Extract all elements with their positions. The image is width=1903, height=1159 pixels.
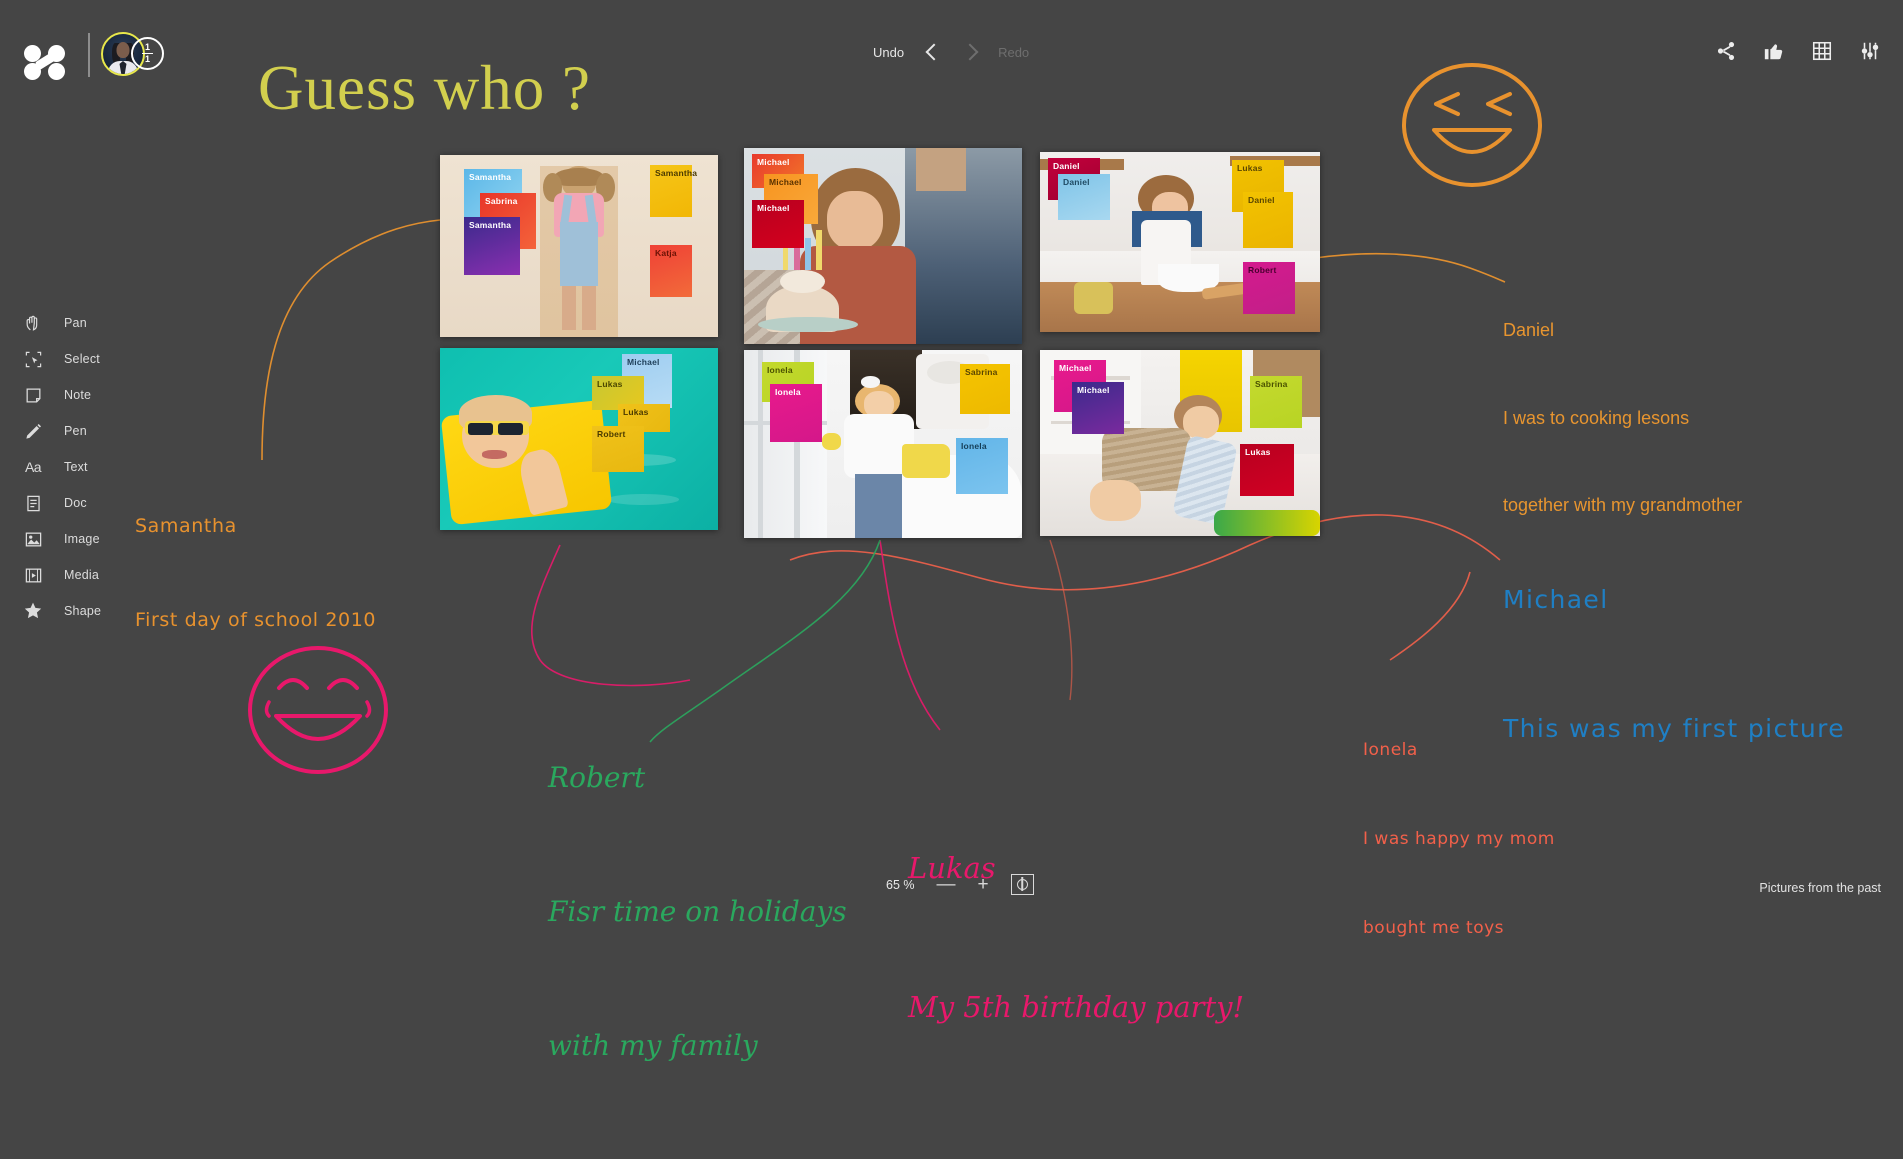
sidebar-item-label: Pan (64, 316, 87, 330)
redo-label[interactable]: Redo (998, 45, 1029, 60)
sidebar-item-label: Doc (64, 496, 87, 510)
sticky-note[interactable]: Lukas (1240, 444, 1294, 496)
image-icon (22, 528, 44, 550)
sticky-note[interactable]: Sabrina (1250, 376, 1302, 428)
sidebar-item-label: Select (64, 352, 100, 366)
photo-boy-candles[interactable]: Michael Michael Michael (744, 148, 1022, 344)
page-total: 1 (144, 54, 150, 64)
caption-line: Ionela (1363, 739, 1418, 760)
caption-line: Michael (1503, 585, 1609, 614)
photo-baby-crawling[interactable]: Michael Michael Sabrina Lukas (1040, 350, 1320, 536)
sticky-note[interactable]: Samantha (464, 217, 520, 275)
zoom-out-button[interactable]: — (937, 875, 956, 894)
sidebar-item-doc[interactable]: Doc (22, 485, 132, 521)
fit-to-screen-button[interactable] (1010, 874, 1034, 895)
sidebar-item-note[interactable]: Note (22, 377, 132, 413)
page-indicator[interactable]: 1 1 (131, 37, 164, 70)
caption-robert[interactable]: Robert Fisr time on holidays with my fam… (548, 666, 847, 1159)
sticky-note[interactable]: Robert (1243, 262, 1295, 314)
sticky-note[interactable]: Ionela (956, 438, 1008, 494)
caption-lukas[interactable]: Lukas My 5th birthday party! (908, 752, 1244, 1123)
caption-line: First day of school 2010 (135, 608, 377, 631)
zoom-controls: 65 % — + (886, 874, 1034, 895)
thumbs-up-icon[interactable] (1763, 40, 1785, 62)
photo-girl-pigtails[interactable]: Samantha Sabrina Samantha Samantha Katja (440, 155, 718, 337)
sidebar-item-image[interactable]: Image (22, 521, 132, 557)
sticky-note[interactable]: Michael (1072, 382, 1124, 434)
sticky-note[interactable]: Michael (752, 200, 804, 248)
sticky-note[interactable]: Daniel (1058, 174, 1110, 220)
photo-girl-wateringcan[interactable]: Ionela Ionela Sabrina Ionela (744, 350, 1022, 538)
caption-line: My 5th birthday party! (908, 989, 1245, 1024)
pen-icon (22, 420, 44, 442)
sidebar-item-media[interactable]: Media (22, 557, 132, 593)
toolbar-divider (88, 33, 90, 77)
star-shape-icon (22, 600, 44, 622)
history-controls: Undo Redo (873, 42, 1029, 62)
sticky-note[interactable]: Ionela (770, 384, 822, 442)
redo-arrow-icon[interactable] (960, 42, 980, 62)
photo-baby-pool[interactable]: Michael Lukas Lukas Robert (440, 348, 718, 530)
caption-samantha[interactable]: Samantha First day of school 2010 (135, 448, 376, 699)
caption-line: Robert (548, 760, 646, 794)
sidebar-item-shape[interactable]: Shape (22, 593, 132, 629)
sticky-note[interactable]: Sabrina (960, 364, 1010, 414)
sidebar-item-label: Shape (64, 604, 102, 618)
caption-line: bought me toys (1363, 918, 1505, 938)
photo-boy-baking[interactable]: Daniel Daniel Lukas Daniel Robert (1040, 152, 1320, 332)
sidebar-item-select[interactable]: Select (22, 341, 132, 377)
sidebar-item-label: Pen (64, 424, 87, 438)
sticky-note-icon (22, 384, 44, 406)
zoom-in-button[interactable]: + (978, 875, 989, 894)
caption-line: Daniel (1503, 320, 1555, 341)
caption-line: Fisr time on holidays (548, 894, 847, 928)
share-icon[interactable] (1715, 40, 1737, 62)
app-logo-icon[interactable] (24, 45, 68, 80)
undo-label[interactable]: Undo (873, 45, 904, 60)
tools-sidebar: Pan Select Note Pen Aa Text Doc Image Me… (22, 305, 132, 629)
sidebar-item-label: Note (64, 388, 92, 402)
sidebar-item-label: Media (64, 568, 100, 582)
page-current: 1 (144, 42, 150, 52)
sidebar-item-label: Text (64, 460, 88, 474)
undo-arrow-icon[interactable] (922, 42, 942, 62)
zoom-level: 65 % (886, 877, 915, 892)
caption-line: I was to cooking lesons (1503, 407, 1690, 428)
settings-sliders-icon[interactable] (1859, 40, 1881, 62)
top-right-actions (1715, 40, 1881, 62)
grid-icon[interactable] (1811, 40, 1833, 62)
board-name-label: Pictures from the past (1759, 881, 1881, 895)
sticky-note[interactable]: Katja (650, 245, 692, 297)
sticky-note[interactable]: Samantha (650, 165, 697, 217)
caption-ionela[interactable]: Ionela I was happy my mom bought me toys (1363, 676, 1555, 1003)
top-bar: 1 1 Undo Redo (0, 0, 1903, 105)
caption-line: Samantha (135, 514, 237, 537)
caption-line: I was happy my mom (1363, 828, 1555, 849)
sticky-note[interactable]: Daniel (1243, 192, 1293, 248)
sidebar-item-pan[interactable]: Pan (22, 305, 132, 341)
sidebar-item-text[interactable]: Aa Text (22, 449, 132, 485)
text-aa-icon: Aa (24, 459, 42, 475)
board-canvas[interactable]: Guess who ? Samantha Sabrina Samantha Sa… (0, 0, 1903, 1062)
sidebar-item-pen[interactable]: Pen (22, 413, 132, 449)
sidebar-item-label: Image (64, 532, 100, 546)
document-icon (22, 492, 44, 514)
sticky-note[interactable]: Robert (592, 426, 644, 472)
caption-line: with my family (548, 1029, 758, 1063)
pan-hand-icon (22, 312, 44, 334)
media-film-icon (22, 564, 44, 586)
select-marquee-icon (22, 348, 44, 370)
